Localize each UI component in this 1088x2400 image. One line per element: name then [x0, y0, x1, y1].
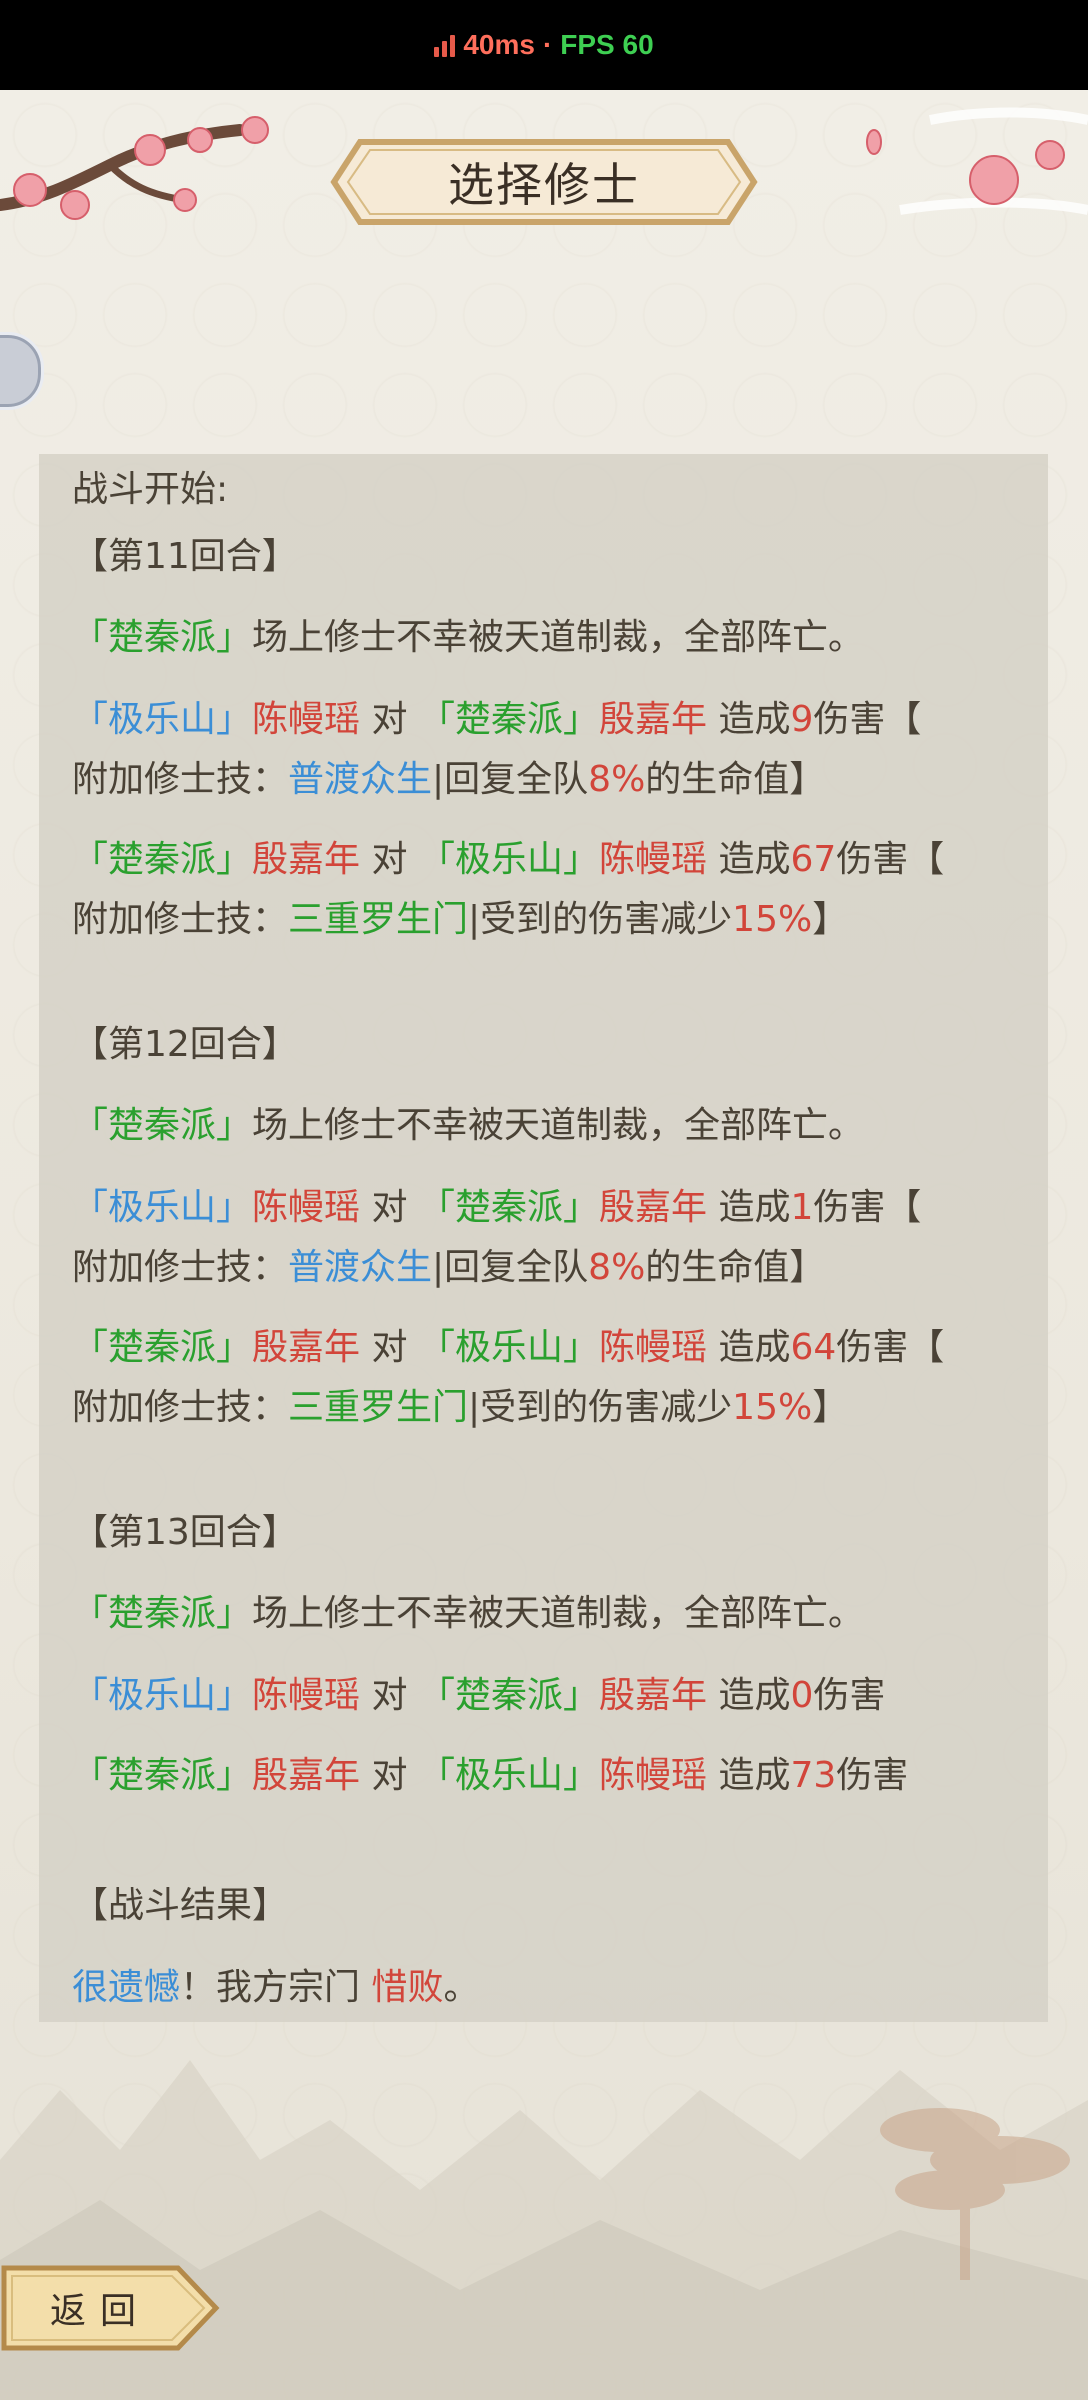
log-line: 「极乐山」陈幔瑶 对 「楚秦派」殷嘉年 造成9伤害【	[72, 699, 922, 740]
log-round-header: 【第13回合】	[72, 1512, 298, 1553]
log-line: 「楚秦派」场上修士不幸被天道制裁，全部阵亡。	[72, 1593, 865, 1634]
log-line: 「楚秦派」场上修士不幸被天道制裁，全部阵亡。	[72, 617, 865, 658]
log-result-line: 很遗憾！我方宗门 惜败。	[72, 1967, 480, 2008]
log-line: 「楚秦派」殷嘉年 对 「极乐山」陈幔瑶 造成73伤害	[72, 1755, 909, 1796]
log-line: 「楚秦派」殷嘉年 对 「极乐山」陈幔瑶 造成67伤害【	[72, 839, 945, 880]
status-separator: ·	[542, 29, 553, 60]
plum-blossom-decoration	[866, 107, 1088, 215]
status-bar: 40ms · FPS 60	[0, 0, 1088, 90]
log-line: 「楚秦派」殷嘉年 对 「极乐山」陈幔瑶 造成64伤害【	[72, 1327, 945, 1368]
page-title: 选择修士	[448, 158, 640, 212]
log-line: 「楚秦派」场上修士不幸被天道制裁，全部阵亡。	[72, 1105, 865, 1146]
log-line: 附加修士技：三重罗生门|受到的伤害减少15%】	[72, 899, 849, 940]
log-line: 「极乐山」陈幔瑶 对 「楚秦派」殷嘉年 造成0伤害	[72, 1675, 886, 1716]
log-round-header: 【第12回合】	[72, 1024, 298, 1065]
log-line: 「极乐山」陈幔瑶 对 「楚秦派」殷嘉年 造成1伤害【	[72, 1187, 922, 1228]
log-line: 附加修士技：普渡众生|回复全队8%的生命值】	[72, 1247, 826, 1288]
plum-branch-decoration	[0, 116, 269, 220]
title-plaque: 选择修士	[330, 136, 758, 228]
fps-value: FPS 60	[560, 29, 654, 60]
log-line: 附加修士技：三重罗生门|受到的伤害减少15%】	[72, 1387, 849, 1428]
ping-value: 40ms	[463, 29, 535, 60]
log-line: 附加修士技：普渡众生|回复全队8%的生命值】	[72, 759, 826, 800]
log-line-start: 战斗开始:	[72, 469, 229, 510]
back-button-label: 返回	[50, 2291, 151, 2332]
signal-icon	[434, 33, 456, 57]
log-result-header: 【战斗结果】	[72, 1885, 289, 1926]
log-round-header: 【第11回合】	[72, 536, 298, 577]
back-button[interactable]: 返回	[0, 2262, 222, 2354]
